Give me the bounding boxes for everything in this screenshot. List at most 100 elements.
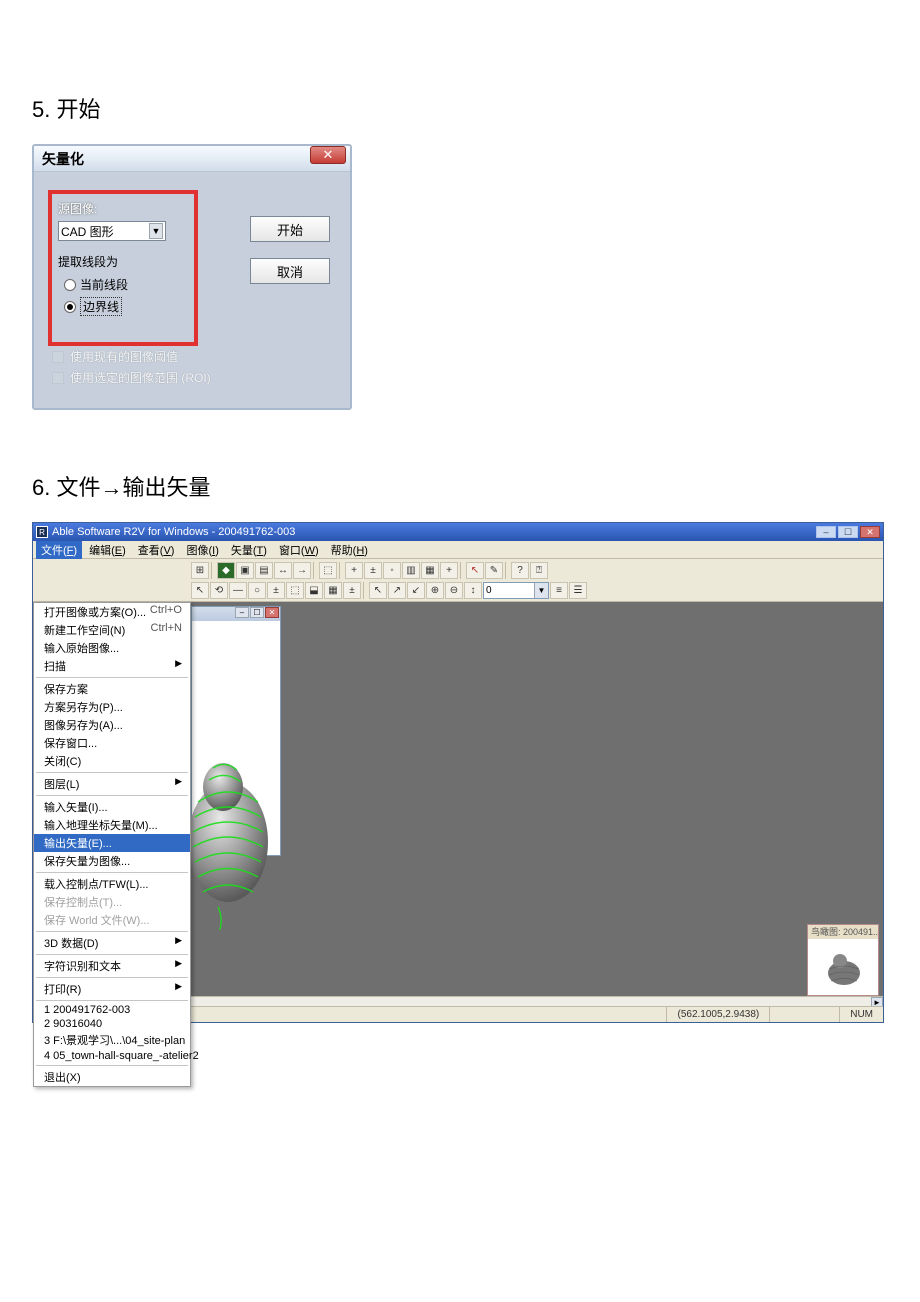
minimize-button[interactable]: – (816, 526, 836, 538)
chevron-down-icon[interactable]: ▼ (149, 223, 163, 239)
file-menu-item[interactable]: 新建工作空间(N)Ctrl+N (34, 621, 190, 639)
file-menu-item[interactable]: 保存方案 (34, 680, 190, 698)
file-menu-item[interactable]: 字符识别和文本▶ (34, 957, 190, 975)
doc-close[interactable]: ✕ (265, 607, 279, 618)
status-numlock: NUM (839, 1007, 883, 1022)
file-menu-item[interactable]: 关闭(C) (34, 752, 190, 770)
file-menu-item[interactable]: 输入原始图像... (34, 639, 190, 657)
tool-button[interactable]: ⬚ (286, 582, 304, 599)
context-help-button[interactable]: ⍰ (530, 562, 548, 579)
tool-button[interactable]: ▥ (402, 562, 420, 579)
doc-minimize[interactable]: – (235, 607, 249, 618)
help-button[interactable]: ? (511, 562, 529, 579)
file-menu-item[interactable]: 4 05_town-hall-square_-atelier2 (34, 1049, 190, 1063)
toolbar-value-combo[interactable]: ▼ (483, 582, 549, 599)
toolbar-value-input[interactable] (484, 583, 534, 598)
source-image-combo[interactable]: CAD 图形 ▼ (58, 221, 166, 241)
tool-button[interactable]: ⬓ (305, 582, 323, 599)
step5-heading: 5. 开始 (32, 92, 888, 124)
file-menu-item[interactable]: 退出(X) (34, 1068, 190, 1086)
menubar[interactable]: 文件(F)编辑(E)查看(V)图像(I)矢量(T)窗口(W)帮助(H) (33, 541, 883, 559)
file-menu-item[interactable]: 方案另存为(P)... (34, 698, 190, 716)
extract-lines-group: 提取线段为 当前线段 边界线 (58, 253, 188, 316)
menu-图像[interactable]: 图像(I) (181, 541, 223, 559)
file-menu-item[interactable]: 图层(L)▶ (34, 775, 190, 793)
file-menu-item[interactable]: 载入控制点/TFW(L)... (34, 875, 190, 893)
menu-编辑[interactable]: 编辑(E) (84, 541, 131, 559)
radio-label: 当前线段 (80, 276, 128, 293)
tool-button[interactable]: ± (267, 582, 285, 599)
status-empty (769, 1007, 839, 1022)
tool-button[interactable]: ↖ (369, 582, 387, 599)
status-coordinates: (562.1005,2.9438) (666, 1007, 769, 1022)
tool-button[interactable]: ▣ (236, 562, 254, 579)
tool-button[interactable]: + (345, 562, 363, 579)
tool-button[interactable]: ≡ (550, 582, 568, 599)
file-menu-item: 保存控制点(T)... (34, 893, 190, 911)
tool-button[interactable]: ✎ (485, 562, 503, 579)
menu-窗口[interactable]: 窗口(W) (274, 541, 324, 559)
tool-button[interactable]: ↖ (466, 562, 484, 579)
tool-button[interactable]: ☰ (569, 582, 587, 599)
tool-button[interactable]: ⟲ (210, 582, 228, 599)
tool-button[interactable]: ± (364, 562, 382, 579)
tool-button[interactable]: → (293, 562, 311, 579)
file-menu-dropdown[interactable]: 打开图像或方案(O)...Ctrl+O新建工作空间(N)Ctrl+N输入原始图像… (33, 602, 191, 1087)
menu-矢量[interactable]: 矢量(T) (226, 541, 272, 559)
file-menu-item[interactable]: 打开图像或方案(O)...Ctrl+O (34, 603, 190, 621)
tool-button[interactable]: ↙ (407, 582, 425, 599)
menu-帮助[interactable]: 帮助(H) (326, 541, 373, 559)
thumbnail-panel[interactable]: 鸟瞰图: 200491... (807, 924, 879, 996)
radio-boundary-line[interactable]: 边界线 (64, 297, 188, 316)
tool-button[interactable]: ↗ (388, 582, 406, 599)
menu-separator (36, 872, 188, 873)
file-menu-item[interactable]: 3 F:\景观学习\...\04_site-plan (34, 1031, 190, 1049)
tool-button[interactable]: ⊕ (426, 582, 444, 599)
tool-button[interactable]: ↔ (274, 562, 292, 579)
file-menu-item[interactable]: 输入矢量(I)... (34, 798, 190, 816)
file-menu-item[interactable]: 保存矢量为图像... (34, 852, 190, 870)
tool-button[interactable]: ◦ (383, 562, 401, 579)
highlight-box: 源图像: CAD 图形 ▼ 提取线段为 当前线段 边界线 (48, 190, 198, 346)
menu-查看[interactable]: 查看(V) (133, 541, 180, 559)
file-menu-item[interactable]: 2 90316040 (34, 1017, 190, 1031)
file-menu-item[interactable]: 输出矢量(E)... (34, 834, 190, 852)
file-menu-item[interactable]: 1 200491762-003 (34, 1003, 190, 1017)
tool-button[interactable]: ⊞ (191, 562, 209, 579)
app-body: – ☐ ✕ (33, 602, 883, 1022)
menu-separator (36, 931, 188, 932)
tool-button[interactable]: ▤ (255, 562, 273, 579)
dialog-title: 矢量化 (42, 149, 84, 169)
vectorize-dialog: 矢量化 ✕ 源图像: CAD 图形 ▼ 提取线段为 当前线段 (32, 144, 352, 410)
tool-button[interactable]: ○ (248, 582, 266, 599)
file-menu-item[interactable]: 保存窗口... (34, 734, 190, 752)
tool-button[interactable]: ↕ (464, 582, 482, 599)
maximize-button[interactable]: ☐ (838, 526, 858, 538)
tool-button[interactable]: + (440, 562, 458, 579)
tool-button[interactable]: ⬚ (319, 562, 337, 579)
close-button[interactable]: ✕ (310, 146, 346, 164)
menu-文件[interactable]: 文件(F) (36, 541, 82, 559)
close-button[interactable]: ✕ (860, 526, 880, 538)
tool-button[interactable]: — (229, 582, 247, 599)
file-menu-item[interactable]: 扫描▶ (34, 657, 190, 675)
menu-separator (36, 795, 188, 796)
tool-button[interactable]: ▦ (421, 562, 439, 579)
doc-maximize[interactable]: ☐ (250, 607, 264, 618)
cancel-button[interactable]: 取消 (250, 258, 330, 284)
tool-button[interactable]: ◆ (217, 562, 235, 579)
chevron-down-icon[interactable]: ▼ (534, 583, 548, 598)
radio-current-line[interactable]: 当前线段 (64, 276, 188, 293)
file-menu-item[interactable]: 3D 数据(D)▶ (34, 934, 190, 952)
start-button[interactable]: 开始 (250, 216, 330, 242)
tool-button[interactable]: ⊖ (445, 582, 463, 599)
file-menu-item[interactable]: 图像另存为(A)... (34, 716, 190, 734)
tool-button[interactable]: ▦ (324, 582, 342, 599)
thumbnail-title: 鸟瞰图: 200491... (808, 925, 878, 939)
tool-button[interactable]: ↖ (191, 582, 209, 599)
file-menu-item[interactable]: 输入地理坐标矢量(M)... (34, 816, 190, 834)
file-menu-item[interactable]: 打印(R)▶ (34, 980, 190, 998)
tool-button[interactable]: ± (343, 582, 361, 599)
cb-use-roi: 使用选定的图像范围 (ROI) (52, 369, 211, 386)
menu-separator (36, 772, 188, 773)
